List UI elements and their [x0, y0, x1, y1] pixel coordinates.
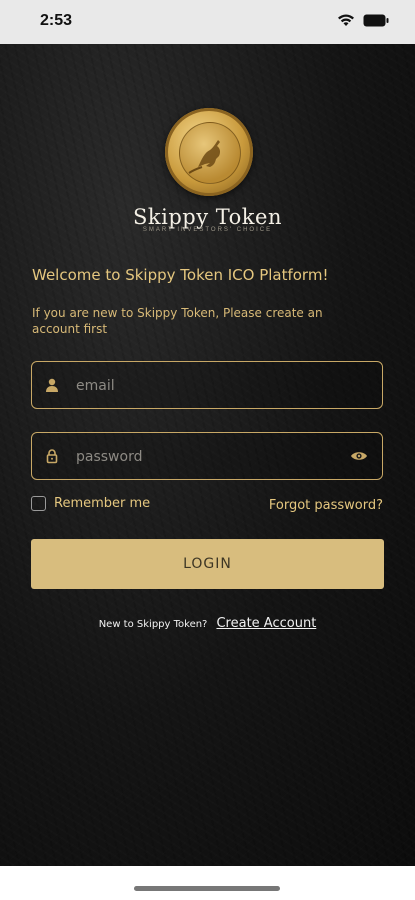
- login-button[interactable]: LOGIN: [31, 539, 384, 589]
- email-input[interactable]: [74, 362, 348, 409]
- status-time: 2:53: [40, 12, 73, 29]
- home-indicator-area: [0, 866, 415, 900]
- user-icon: [46, 378, 58, 392]
- lock-icon: [46, 449, 58, 464]
- home-indicator[interactable]: [134, 886, 280, 891]
- email-field[interactable]: [31, 361, 383, 409]
- password-field[interactable]: [31, 432, 383, 480]
- brand-subtitle: SMART INVESTORS' CHOICE: [142, 227, 273, 233]
- login-screen: Skippy Token SMART INVESTORS' CHOICE Wel…: [0, 44, 415, 866]
- eye-icon[interactable]: [350, 448, 368, 464]
- battery-icon: [363, 14, 389, 27]
- welcome-heading: Welcome to Skippy Token ICO Platform!: [32, 266, 329, 284]
- coin-logo-icon: [165, 108, 253, 196]
- signup-row: New to Skippy Token? Create Account: [0, 612, 415, 631]
- forgot-password-link[interactable]: Forgot password?: [269, 498, 383, 513]
- remember-label: Remember me: [54, 496, 151, 511]
- status-icons: [337, 14, 389, 27]
- signup-question: New to Skippy Token?: [98, 619, 208, 630]
- remember-me[interactable]: Remember me: [31, 496, 150, 511]
- intro-text: If you are new to Skippy Token, Please c…: [32, 306, 323, 336]
- brand-title: Skippy Token: [133, 205, 282, 229]
- remember-checkbox[interactable]: [31, 496, 46, 511]
- password-input[interactable]: [74, 433, 348, 480]
- wifi-icon: [338, 14, 354, 26]
- create-account-link[interactable]: Create Account: [216, 616, 316, 631]
- status-bar: 2:53: [0, 0, 415, 44]
